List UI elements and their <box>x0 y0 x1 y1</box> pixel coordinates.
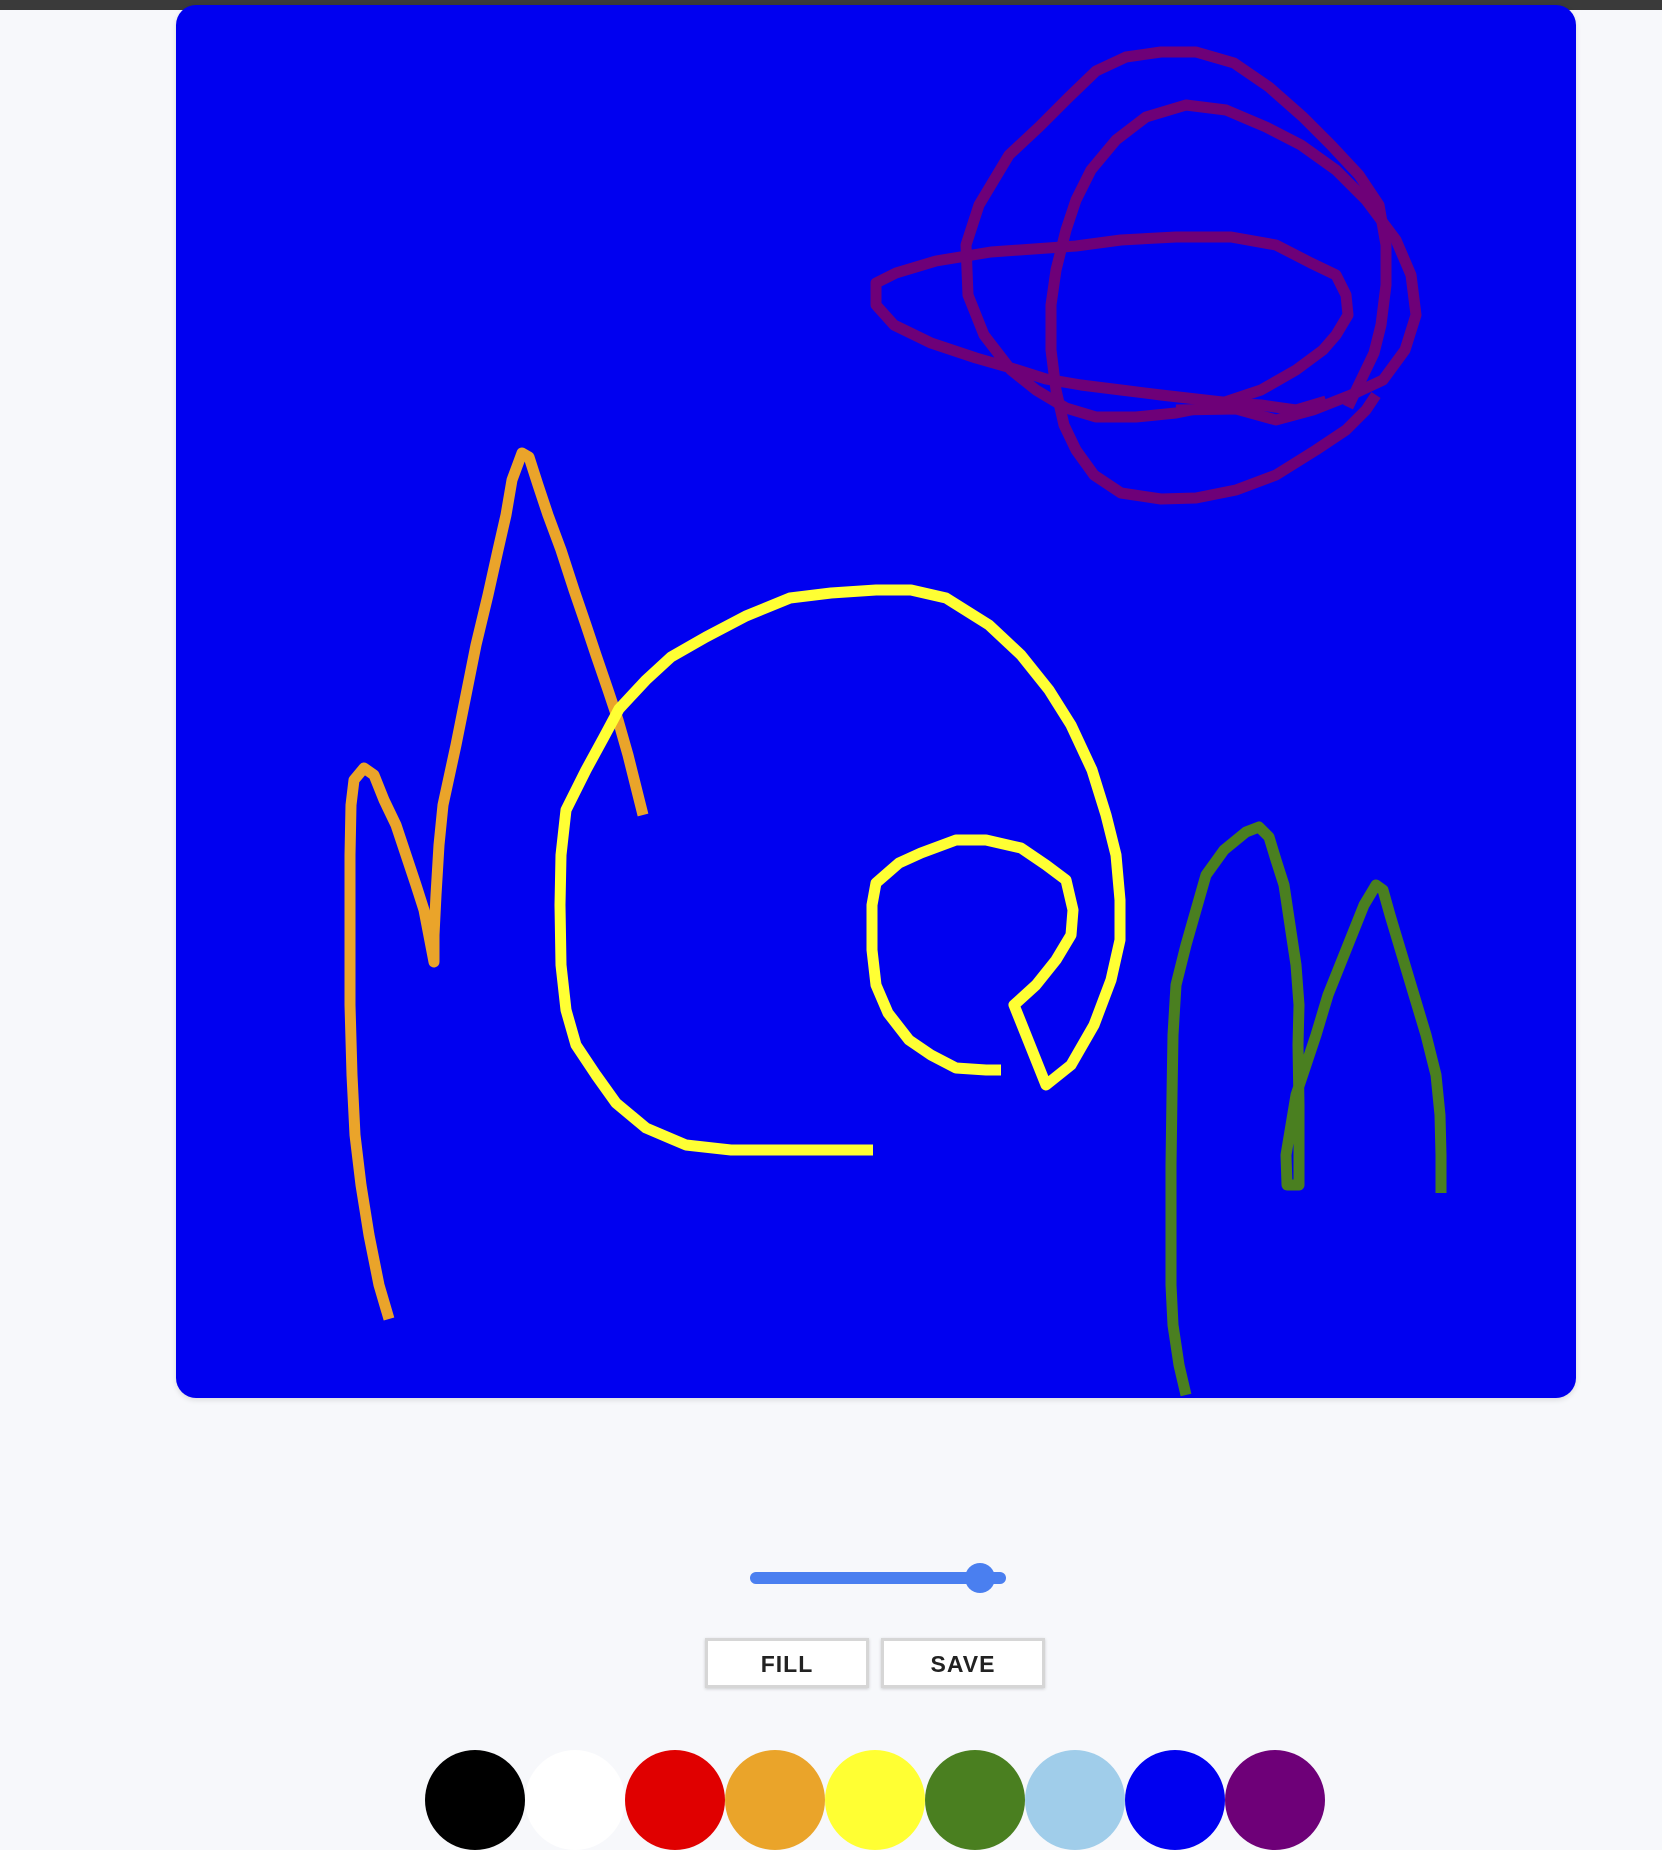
color-swatch-purple[interactable] <box>1225 1750 1325 1850</box>
save-button[interactable]: SAVE <box>881 1638 1045 1688</box>
fill-button[interactable]: FILL <box>705 1638 869 1688</box>
color-swatch-red[interactable] <box>625 1750 725 1850</box>
color-swatch-light-blue[interactable] <box>1025 1750 1125 1850</box>
canvas-background <box>176 5 1576 1398</box>
brush-size-slider[interactable] <box>750 1563 1006 1593</box>
color-swatch-blue[interactable] <box>1125 1750 1225 1850</box>
color-swatch-white[interactable] <box>525 1750 625 1850</box>
brush-size-slider-thumb[interactable] <box>964 1563 995 1593</box>
drawing-canvas[interactable] <box>176 5 1576 1398</box>
color-swatch-black[interactable] <box>425 1750 525 1850</box>
color-swatch-green[interactable] <box>925 1750 1025 1850</box>
color-swatch-yellow[interactable] <box>825 1750 925 1850</box>
color-swatch-orange[interactable] <box>725 1750 825 1850</box>
